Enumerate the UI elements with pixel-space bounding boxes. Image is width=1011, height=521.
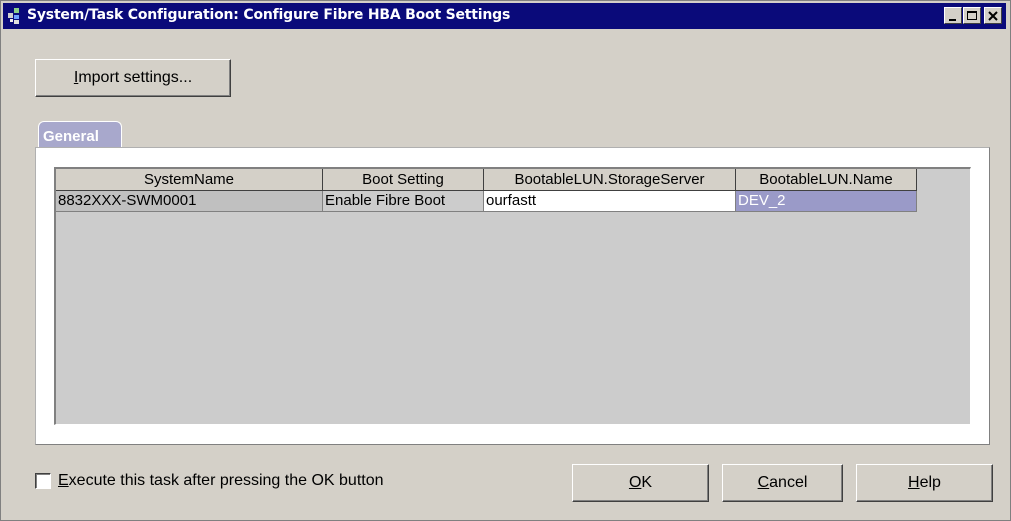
boot-settings-table[interactable]: SystemName Boot Setting BootableLUN.Stor… <box>54 167 971 425</box>
cancel-label: Cancel <box>757 474 808 491</box>
cell-boot-setting[interactable]: Enable Fibre Boot <box>323 191 484 212</box>
cell-storage-server[interactable]: ourfastt <box>484 191 736 212</box>
column-header-systemname[interactable]: SystemName <box>56 169 323 191</box>
cell-systemname[interactable]: 8832XXX-SWM0001 <box>56 191 323 212</box>
import-settings-button[interactable]: Import settings... <box>35 59 231 97</box>
help-label: Help <box>908 474 941 491</box>
column-header-lun-name[interactable]: BootableLUN.Name <box>736 169 917 191</box>
title-bar[interactable]: System/Task Configuration: Configure Fib… <box>3 3 1006 29</box>
column-header-storage-server[interactable]: BootableLUN.StorageServer <box>484 169 736 191</box>
window-title: System/Task Configuration: Configure Fib… <box>27 7 511 23</box>
ok-button[interactable]: OK <box>572 464 709 502</box>
ok-label: OK <box>628 474 653 491</box>
app-icon <box>7 7 25 25</box>
cancel-button[interactable]: Cancel <box>722 464 843 502</box>
minimize-button[interactable] <box>944 7 962 24</box>
execute-task-label[interactable]: Execute this task after pressing the OK … <box>58 472 384 490</box>
execute-task-checkbox[interactable] <box>35 473 51 489</box>
close-button[interactable] <box>984 7 1002 24</box>
column-header-boot-setting[interactable]: Boot Setting <box>323 169 484 191</box>
import-settings-label: Import settings... <box>73 69 193 86</box>
dialog-window: System/Task Configuration: Configure Fib… <box>0 0 1011 521</box>
maximize-button[interactable] <box>963 7 981 24</box>
help-button[interactable]: Help <box>856 464 993 502</box>
cell-lun-name[interactable]: DEV_2 <box>736 191 917 212</box>
